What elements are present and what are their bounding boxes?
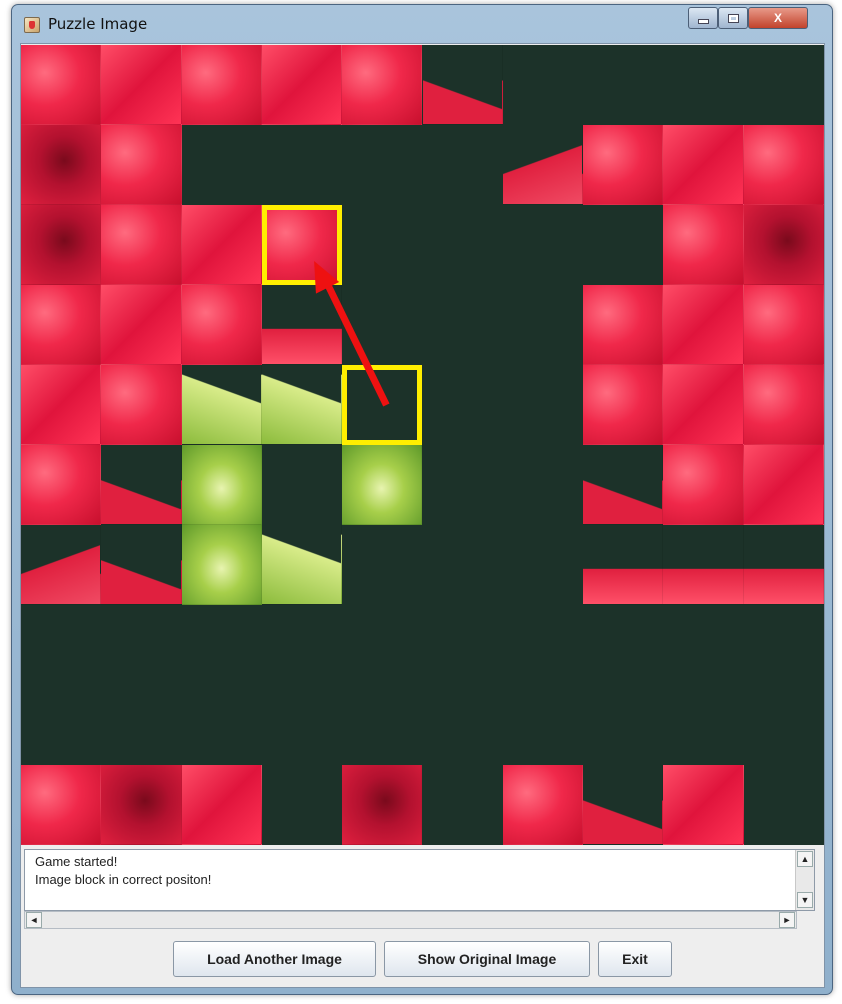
load-another-image-button[interactable]: Load Another Image — [173, 941, 376, 977]
vertical-scrollbar[interactable]: ▲ ▼ — [795, 850, 814, 910]
app-window: Puzzle Image X Game started! Image block… — [11, 4, 833, 995]
scroll-left-icon[interactable]: ◄ — [26, 912, 42, 928]
scroll-corner — [797, 911, 815, 929]
scroll-right-icon[interactable]: ► — [779, 912, 795, 928]
minimize-button[interactable] — [688, 7, 718, 29]
maximize-button[interactable] — [718, 7, 748, 29]
close-button[interactable]: X — [748, 7, 808, 29]
horizontal-scrollbar[interactable]: ◄ ► — [24, 911, 797, 929]
scroll-up-icon[interactable]: ▲ — [797, 851, 813, 867]
puzzle-board[interactable] — [21, 45, 824, 845]
minimize-icon — [697, 19, 709, 25]
exit-button[interactable]: Exit — [598, 941, 672, 977]
show-original-image-button[interactable]: Show Original Image — [384, 941, 590, 977]
log-line: Game started! — [35, 854, 118, 869]
java-app-icon — [24, 17, 40, 33]
content-pane: Game started! Image block in correct pos… — [20, 43, 825, 988]
message-log: Game started! Image block in correct pos… — [24, 849, 815, 911]
log-line: Image block in correct positon! — [35, 872, 212, 887]
title-bar[interactable]: Puzzle Image X — [12, 5, 832, 43]
maximize-icon — [727, 14, 739, 24]
window-title: Puzzle Image — [48, 15, 148, 33]
move-arrow — [314, 261, 390, 407]
scroll-down-icon[interactable]: ▼ — [797, 892, 813, 908]
arrow-shaft — [318, 271, 390, 407]
